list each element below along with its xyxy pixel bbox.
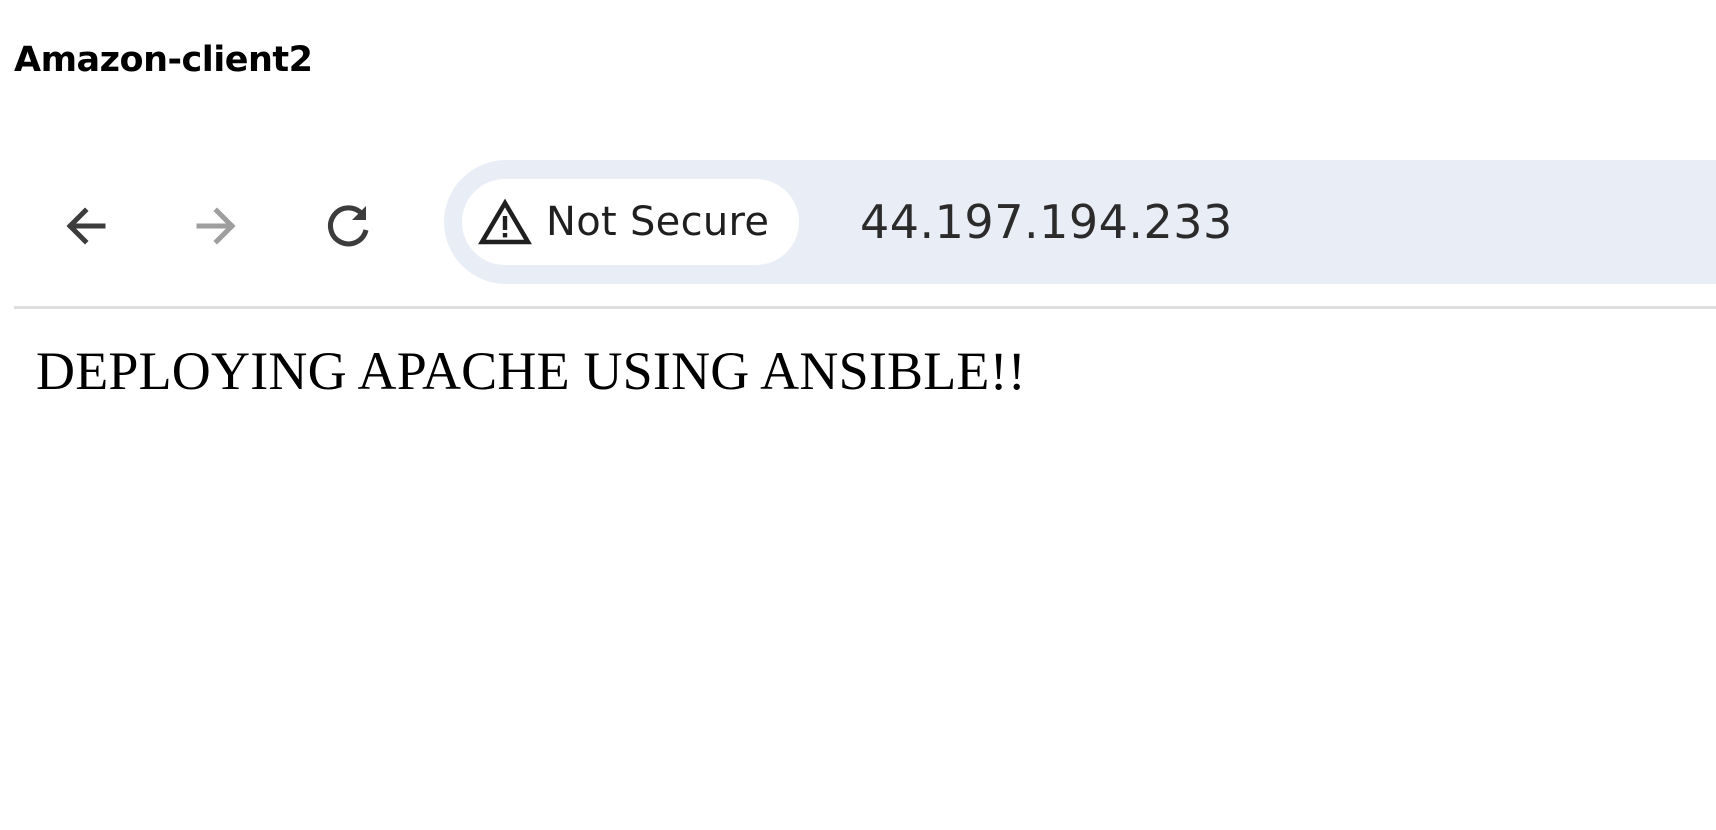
arrow-right-icon	[191, 201, 241, 251]
forward-button[interactable]	[184, 194, 248, 258]
warning-triangle-icon	[478, 198, 532, 246]
browser-toolbar: Not Secure 44.197.194.233	[14, 140, 1716, 308]
reload-button[interactable]	[316, 194, 380, 258]
security-indicator[interactable]: Not Secure	[462, 179, 800, 265]
url-text[interactable]: 44.197.194.233	[860, 160, 1233, 284]
reload-icon	[322, 200, 374, 252]
toolbar-divider	[14, 306, 1716, 309]
back-button[interactable]	[54, 194, 118, 258]
address-bar[interactable]: Not Secure 44.197.194.233	[444, 160, 1716, 284]
arrow-left-icon	[61, 201, 111, 251]
security-label: Not Secure	[546, 199, 770, 245]
screenshot-caption: Amazon-client2	[14, 40, 313, 80]
page-heading: DEPLOYING APACHE USING ANSIBLE!!	[36, 341, 1026, 401]
